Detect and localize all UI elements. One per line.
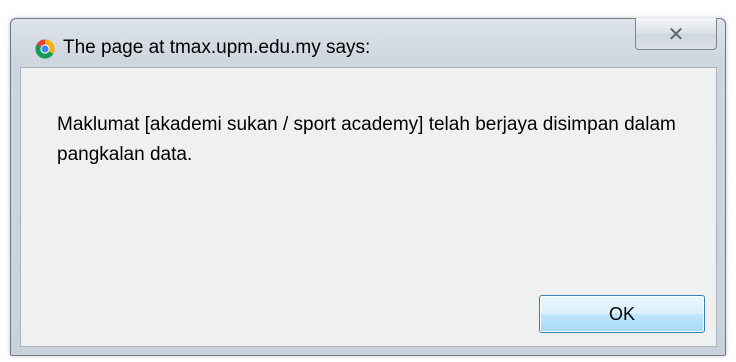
dialog-titlebar[interactable]: The page at tmax.upm.edu.my says: ✕ [11,18,725,59]
dialog-message: Maklumat [akademi sukan / sport academy]… [57,114,676,165]
chrome-icon [35,39,55,59]
close-button[interactable]: ✕ [635,18,717,50]
dialog-content: Maklumat [akademi sukan / sport academy]… [20,67,717,347]
alert-dialog: The page at tmax.upm.edu.my says: ✕ Makl… [10,18,726,356]
ok-button[interactable]: OK [539,295,705,333]
dialog-title: The page at tmax.upm.edu.my says: [63,37,371,58]
close-icon: ✕ [667,21,685,46]
